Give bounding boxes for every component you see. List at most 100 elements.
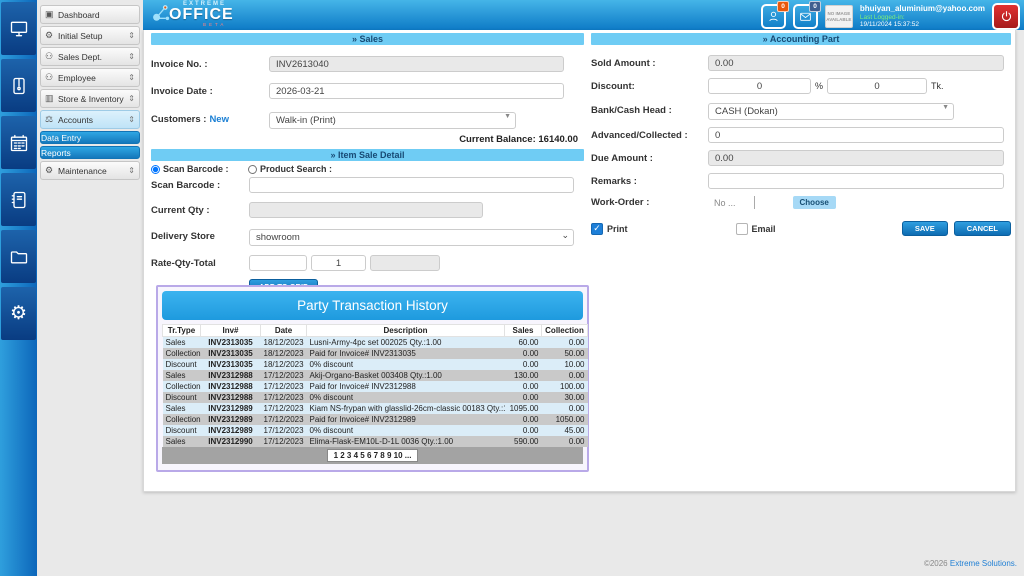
- pagination-pages[interactable]: 1 2 3 4 5 6 7 8 9 10 ...: [327, 449, 419, 462]
- sidebar-item[interactable]: ▥ Store & Inventory ⇕: [40, 89, 140, 108]
- invoice-link[interactable]: INV2313035: [201, 359, 261, 370]
- sales-cell: 0.00: [505, 359, 542, 370]
- notifications-icon[interactable]: 0: [761, 4, 786, 29]
- invoice-icon[interactable]: [1, 59, 36, 112]
- invoice-no-label: Invoice No. :: [151, 59, 269, 70]
- sidebar-item[interactable]: ⚙ Maintenance ⇕: [40, 161, 140, 180]
- main-content-card: » Sales Invoice No. : Invoice Date : Cus…: [143, 30, 1016, 492]
- logout-power-button[interactable]: [992, 3, 1020, 30]
- collection-cell: 0.00: [542, 370, 588, 381]
- collection-cell: 45.00: [542, 425, 588, 436]
- sidebar-item[interactable]: ⚖ Accounts ⇕: [40, 110, 140, 129]
- copyright-text: ©2026: [924, 559, 950, 568]
- brand-link[interactable]: Extreme Solutions.: [950, 559, 1017, 568]
- collection-cell: 1050.00: [542, 414, 588, 425]
- date-cell: 17/12/2023: [261, 392, 307, 403]
- print-checkbox[interactable]: ✓: [591, 223, 603, 235]
- invoice-link[interactable]: INV2312990: [201, 436, 261, 447]
- sidebar-item[interactable]: ⚇ Sales Dept. ⇕: [40, 47, 140, 66]
- email-checkbox[interactable]: [736, 223, 748, 235]
- invoice-link[interactable]: INV2313035: [201, 337, 261, 349]
- invoice-link[interactable]: INV2313035: [201, 348, 261, 359]
- total-field[interactable]: [370, 255, 440, 271]
- product-search-radio[interactable]: [248, 165, 257, 174]
- tr-type-cell: Sales: [163, 370, 201, 381]
- date-cell: 17/12/2023: [261, 403, 307, 414]
- sidebar-item[interactable]: Reports: [40, 146, 140, 159]
- last-login-label: Last Logged-in:: [860, 14, 985, 21]
- delivery-store-label: Delivery Store: [151, 231, 249, 242]
- table-row: Discount INV2312989 17/12/2023 0% discou…: [163, 425, 588, 436]
- invoice-link[interactable]: INV2312988: [201, 392, 261, 403]
- advanced-collected-label: Advanced/Collected :: [591, 130, 708, 141]
- print-checkbox-label: Print: [607, 224, 628, 234]
- scan-barcode-label: Scan Barcode :: [151, 180, 249, 191]
- sidebar-item[interactable]: Data Entry: [40, 131, 140, 144]
- advanced-collected-input[interactable]: [708, 127, 1004, 143]
- date-cell: 17/12/2023: [261, 436, 307, 447]
- delivery-store-select[interactable]: showroom: [249, 229, 574, 246]
- date-cell: 18/12/2023: [261, 359, 307, 370]
- scan-barcode-input[interactable]: [249, 177, 574, 193]
- tk-sign: Tk.: [931, 81, 944, 91]
- menu-item-icon: ⚇: [45, 72, 58, 83]
- invoice-link[interactable]: INV2312988: [201, 381, 261, 392]
- description-cell: Lusni-Army-4pc set 002025 Qty.:1.00: [307, 337, 505, 349]
- tr-type-cell: Sales: [163, 337, 201, 349]
- qty-input[interactable]: [311, 255, 366, 271]
- table-row: Sales INV2312990 17/12/2023 Elima-Flask-…: [163, 436, 588, 447]
- dashboard-monitor-icon[interactable]: [1, 2, 36, 55]
- expand-arrows-icon: ⇕: [128, 94, 135, 103]
- column-header: Description: [307, 325, 505, 337]
- invoice-link[interactable]: INV2312989: [201, 425, 261, 436]
- work-order-value: No ...: [714, 198, 736, 208]
- due-amount-field[interactable]: [708, 150, 1004, 166]
- folder-icon[interactable]: [1, 230, 36, 283]
- menu-item-icon: ▥: [45, 93, 58, 104]
- table-header-row: Tr.TypeInv#DateDescriptionSalesCollectio…: [163, 325, 588, 337]
- invoice-link[interactable]: INV2312989: [201, 403, 261, 414]
- invoice-link[interactable]: INV2312988: [201, 370, 261, 381]
- invoice-date-field[interactable]: [269, 83, 564, 99]
- description-cell: 0% discount: [307, 392, 505, 403]
- icon-strip: ⚙: [0, 0, 37, 576]
- calendar-icon[interactable]: [1, 116, 36, 169]
- sold-amount-field[interactable]: [708, 55, 1004, 71]
- item-sale-detail-header: » Item Sale Detail: [151, 149, 584, 161]
- scan-barcode-radio[interactable]: [151, 165, 160, 174]
- sidebar-item[interactable]: ⚙ Initial Setup ⇕: [40, 26, 140, 45]
- ledger-icon[interactable]: [1, 173, 36, 226]
- cancel-button[interactable]: CANCEL: [954, 221, 1011, 236]
- expand-arrows-icon: ⇕: [128, 52, 135, 61]
- date-cell: 18/12/2023: [261, 337, 307, 349]
- party-history-title: Party Transaction History: [162, 291, 583, 320]
- bank-cash-head-select[interactable]: CASH (Dokan): [708, 103, 954, 120]
- sidebar-item[interactable]: ⚇ Employee ⇕: [40, 68, 140, 87]
- collection-cell: 0.00: [542, 436, 588, 447]
- rate-input[interactable]: [249, 255, 307, 271]
- sales-cell: 0.00: [505, 414, 542, 425]
- save-button[interactable]: SAVE: [902, 221, 948, 236]
- app-window: ⚙ ▣ Dashboard ⚙ Initial Setup ⇕ ⚇ Sales …: [0, 0, 1024, 576]
- choose-file-button[interactable]: Choose: [793, 196, 836, 209]
- customer-select[interactable]: Walk-in (Print): [269, 112, 516, 129]
- messages-icon[interactable]: 0: [793, 4, 818, 29]
- discount-percent-input[interactable]: [708, 78, 811, 94]
- tr-type-cell: Sales: [163, 436, 201, 447]
- new-customer-link[interactable]: New: [209, 114, 229, 125]
- sidebar-item[interactable]: ▣ Dashboard: [40, 5, 140, 24]
- menu-item-label: Data Entry: [41, 133, 139, 143]
- description-cell: Elima-Flask-EM10L-D-1L 0036 Qty.:1.00: [307, 436, 505, 447]
- current-qty-field[interactable]: [249, 202, 483, 218]
- remarks-input[interactable]: [708, 173, 1004, 189]
- invoice-no-field[interactable]: [269, 56, 564, 72]
- table-row: Discount INV2312988 17/12/2023 0% discou…: [163, 392, 588, 403]
- sales-section-header: » Sales: [151, 33, 584, 45]
- invoice-link[interactable]: INV2312989: [201, 414, 261, 425]
- collection-cell: 10.00: [542, 359, 588, 370]
- bank-cash-head-label: Bank/Cash Head :: [591, 105, 708, 116]
- gear-icon[interactable]: ⚙: [1, 287, 36, 340]
- discount-amount-input[interactable]: [827, 78, 927, 94]
- user-avatar-placeholder[interactable]: NO IMAGE AVAILABLE: [825, 5, 853, 28]
- table-row: Collection INV2312988 17/12/2023 Paid fo…: [163, 381, 588, 392]
